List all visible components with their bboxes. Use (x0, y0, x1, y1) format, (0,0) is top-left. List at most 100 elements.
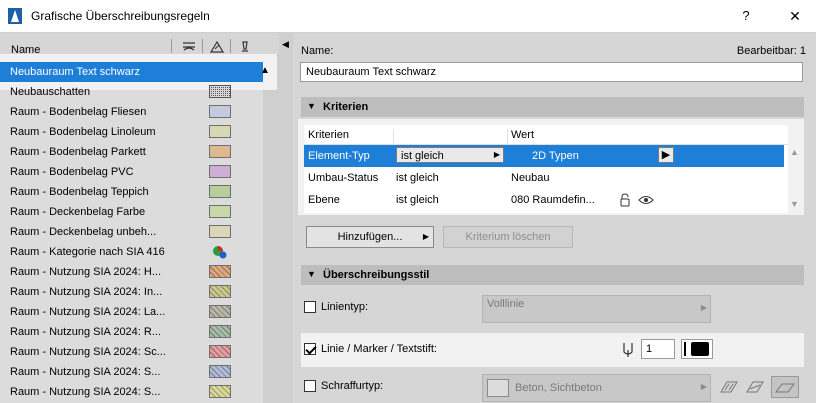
operator-dropdown[interactable]: ist gleich ▶ (396, 147, 504, 163)
chevron-up-icon[interactable]: ▲ (260, 65, 270, 76)
hatch-swatch (209, 385, 231, 398)
list-item-label: Neubauraum Text schwarz (10, 66, 141, 78)
list-item[interactable]: Raum - Nutzung SIA 2024: La... (0, 302, 263, 322)
list-header: Name (0, 33, 279, 56)
list-item[interactable]: Raum - Nutzung SIA 2024: Sc... (0, 342, 263, 362)
list-item[interactable]: Raum - Bodenbelag Linoleum (0, 122, 263, 142)
list-item-label: Raum - Nutzung SIA 2024: Sc... (10, 346, 166, 358)
list-item-label: Raum - Bodenbelag Parkett (10, 146, 146, 158)
color-swatch (209, 145, 231, 158)
criterion-value[interactable]: Neubau (511, 172, 550, 184)
color-swatch (209, 225, 231, 238)
list-item-label: Raum - Kategorie nach SIA 416 (10, 246, 165, 258)
pen-checkbox[interactable] (304, 343, 316, 355)
list-item-label: Raum - Nutzung SIA 2024: La... (10, 306, 166, 318)
list-item-label: Raum - Bodenbelag PVC (10, 166, 134, 178)
list-item[interactable]: Raum - Nutzung SIA 2024: S... (0, 382, 263, 402)
layer-stack-icon[interactable] (181, 40, 197, 54)
fill-checkbox[interactable] (304, 380, 316, 392)
list-item[interactable]: Neubauschatten (0, 82, 263, 102)
criteria-table[interactable]: Kriterien Wert Element-Typ ist gleich ▶ … (304, 125, 788, 213)
pen-number-field[interactable]: 1 (641, 339, 675, 359)
criterion-name: Umbau-Status (308, 172, 379, 184)
scroll-up-icon[interactable]: ▲ (790, 147, 799, 157)
fill-background-icon[interactable] (745, 380, 765, 394)
list-item[interactable]: Raum - Bodenbelag Teppich (0, 182, 263, 202)
list-item[interactable]: Raum - Bodenbelag Fliesen (0, 102, 263, 122)
list-item-label: Raum - Nutzung SIA 2024: R... (10, 326, 162, 338)
value-picker-button[interactable]: ▶ (658, 147, 674, 163)
help-button[interactable]: ? (732, 6, 760, 26)
editable-count: Bearbeitbar: 1 (736, 45, 806, 57)
criteria-row[interactable]: Umbau-Status ist gleich Neubau (304, 167, 784, 189)
list-item[interactable]: Raum - Nutzung SIA 2024: H... (0, 262, 263, 282)
collapse-left-icon[interactable]: ◀ (282, 39, 289, 50)
list-item[interactable]: Raum - Kategorie nach SIA 416 (0, 242, 263, 262)
rule-settings-panel: Name: Bearbeitbar: 1 Neubauraum Text sch… (293, 33, 816, 403)
list-item[interactable]: Raum - Nutzung SIA 2024: S... (0, 362, 263, 382)
operator-value: ist gleich (401, 150, 444, 162)
fill-orientation-icon[interactable] (771, 376, 799, 398)
close-button[interactable]: ✕ (781, 6, 809, 26)
hatch-swatch (209, 345, 231, 358)
criteria-row[interactable]: Ebene ist gleich 080 Raumdefin... (304, 189, 784, 211)
list-item[interactable]: Raum - Nutzung SIA 2024: R... (0, 322, 263, 342)
operator-value[interactable]: ist gleich (396, 194, 439, 206)
hatch-swatch (209, 365, 231, 378)
panel-splitter[interactable]: ◀ (279, 33, 293, 403)
rules-list[interactable]: Neubauraum Text schwarz ▲ Neubauschatten… (0, 54, 277, 403)
fill-pattern-icon[interactable] (209, 40, 225, 54)
color-swatch (209, 105, 231, 118)
hatch-swatch (209, 285, 231, 298)
color-swatch (209, 125, 231, 138)
delete-criterion-button[interactable]: Kriterium löschen (443, 226, 573, 248)
expand-triangle-icon: ▼ (307, 101, 316, 111)
pen-color-swatch[interactable] (681, 339, 713, 359)
add-criterion-button[interactable]: Hinzufügen... ▶ (306, 226, 434, 248)
column-separator (171, 39, 172, 53)
fill-value: Beton, Sichtbeton (515, 382, 602, 394)
fill-type-dropdown[interactable]: Beton, Sichtbeton ▶ (482, 374, 711, 402)
linetype-value: Volllinie (487, 298, 525, 310)
fill-swatch (487, 379, 509, 397)
archicad-app-icon (8, 8, 22, 24)
list-item[interactable]: Raum - Deckenbelag Farbe (0, 202, 263, 222)
criteria-table-header: Kriterien Wert (304, 125, 788, 148)
column-header-criteria: Kriterien (308, 129, 349, 141)
criteria-section-header[interactable]: ▼ Kriterien (301, 97, 804, 117)
list-item[interactable]: Raum - Bodenbelag PVC (0, 162, 263, 182)
eye-icon[interactable] (638, 193, 654, 207)
linetype-dropdown[interactable]: Volllinie ▶ (482, 295, 711, 323)
list-item-label: Raum - Nutzung SIA 2024: S... (10, 366, 161, 378)
override-style-section-header[interactable]: ▼ Überschreibungsstil (301, 265, 804, 285)
lock-layer-icon[interactable] (618, 193, 632, 207)
criterion-value: 2D Typen (532, 150, 579, 162)
linetype-checkbox[interactable] (304, 301, 316, 313)
pen-icon[interactable] (237, 40, 253, 54)
list-item-label: Raum - Deckenbelag unbeh... (10, 226, 157, 238)
color-swatch (209, 205, 231, 218)
color-swatch (209, 165, 231, 178)
list-item-label: Raum - Bodenbelag Teppich (10, 186, 149, 198)
list-item[interactable]: Raum - Nutzung SIA 2024: In... (0, 282, 263, 302)
section-title: Überschreibungsstil (323, 269, 430, 281)
scroll-down-icon[interactable]: ▼ (790, 199, 799, 209)
list-item[interactable]: Raum - Deckenbelag unbeh... (0, 222, 263, 242)
criteria-row-selected[interactable]: Element-Typ ist gleich ▶ 2D Typen ▶ (304, 145, 784, 167)
section-title: Kriterien (323, 101, 369, 113)
dropdown-arrow-icon: ▶ (700, 382, 707, 391)
name-label: Name: (301, 45, 334, 57)
column-separator (230, 39, 231, 53)
title-bar: Grafische Überschreibungsregeln ? ✕ (0, 0, 816, 33)
name-field[interactable]: Neubauraum Text schwarz (300, 62, 803, 82)
list-item[interactable]: Raum - Bodenbelag Parkett (0, 142, 263, 162)
hatch-swatch (209, 305, 231, 318)
criterion-value[interactable]: 080 Raumdefin... (511, 194, 595, 206)
operator-value[interactable]: ist gleich (396, 172, 439, 184)
list-item-selected[interactable]: Neubauraum Text schwarz ▲ (0, 62, 270, 82)
criteria-scrollbar[interactable]: ▲ ▼ (788, 125, 800, 213)
rules-list-panel: Name Neubauraum Text schwarz ▲ Neubausch… (0, 33, 279, 403)
fill-foreground-icon[interactable] (719, 380, 739, 394)
linetype-option: Linientyp: Volllinie ▶ (301, 295, 804, 323)
dropdown-arrow-icon: ▶ (422, 232, 429, 241)
